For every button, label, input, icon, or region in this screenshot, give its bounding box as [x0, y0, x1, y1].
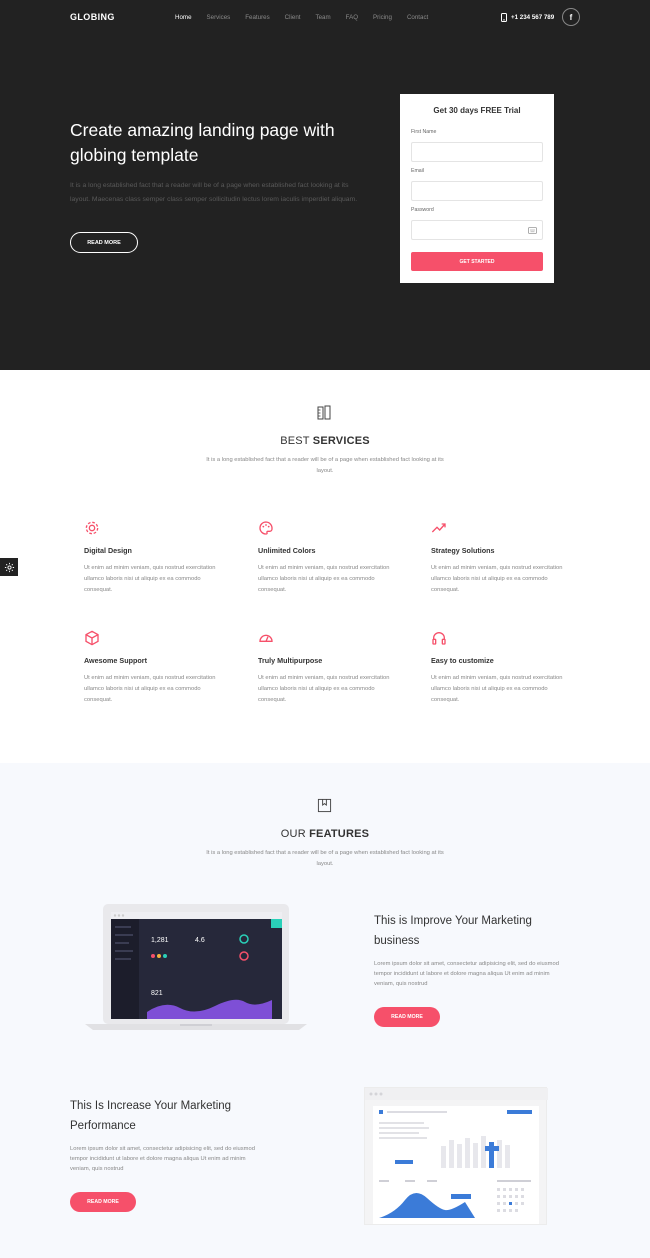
nav-pricing[interactable]: Pricing [373, 14, 392, 21]
email-label: Email [411, 168, 424, 174]
form-title: Get 30 days FREE Trial [433, 106, 521, 115]
stat-value: 4.6 [195, 937, 205, 944]
phone-contact[interactable]: +1 234 567 789 [501, 13, 554, 22]
service-text: Ut enim ad minim veniam, quis nostrud ex… [84, 675, 216, 704]
service-text: Ut enim ad minim veniam, quis nostrud ex… [84, 565, 216, 594]
hero-text: It is a long established fact that a rea… [70, 182, 358, 203]
feature-text: Lorem ipsum dolor sit amet, consectetur … [70, 1146, 255, 1172]
trend-icon [431, 520, 447, 541]
stat-value: 821 [151, 990, 163, 997]
services-description: It is a long established fact that a rea… [206, 457, 444, 474]
feature-text: Lorem ipsum dolor sit amet, consectetur … [374, 961, 559, 987]
hero-title: Create amazing landing page with globing… [70, 120, 335, 165]
keyboard-icon [528, 227, 537, 234]
password-label: Password [411, 207, 434, 213]
pencil-ruler-icon [316, 405, 332, 421]
main-nav: Home Services Features Client Team FAQ P… [175, 14, 443, 21]
nav-client[interactable]: Client [285, 14, 301, 21]
service-text: Ut enim ad minim veniam, quis nostrud ex… [431, 565, 563, 594]
box-icon [84, 630, 100, 651]
service-title: Easy to customize [431, 656, 494, 665]
service-title: Unlimited Colors [258, 546, 316, 555]
brand-logo[interactable]: GLOBING [70, 12, 115, 22]
feature-title: This is Improve Your Marketing business [374, 915, 532, 947]
service-title: Strategy Solutions [431, 546, 495, 555]
stat-value: 1,281 [151, 937, 169, 944]
settings-gear-button[interactable] [0, 558, 18, 576]
phone-number: +1 234 567 789 [511, 14, 555, 21]
bookmark-icon [317, 798, 332, 813]
services-title: BEST SERVICES [280, 435, 370, 447]
laptop-mockup-image: 1,281 4.6 821 [85, 904, 307, 1037]
service-text: Ut enim ad minim veniam, quis nostrud ex… [431, 675, 563, 704]
hero-read-more-button[interactable]: READ MORE [70, 232, 138, 253]
features-title: OUR FEATURES [280, 828, 370, 840]
feature-read-more-button[interactable]: READ MORE [374, 1007, 440, 1027]
nav-faq[interactable]: FAQ [346, 14, 358, 21]
service-title: Truly Multipurpose [258, 656, 323, 665]
trial-form: Get 30 days FREE Trial First Name Email … [400, 94, 554, 283]
password-input[interactable] [411, 220, 543, 240]
headphones-icon [431, 630, 447, 651]
gear-icon [4, 562, 14, 572]
nav-services[interactable]: Services [207, 14, 231, 21]
nav-features[interactable]: Features [245, 14, 269, 21]
service-title: Awesome Support [84, 656, 147, 665]
first-name-input[interactable] [411, 142, 543, 162]
nav-home[interactable]: Home [175, 14, 192, 21]
first-name-label: First Name [411, 129, 437, 135]
palette-icon [258, 520, 274, 541]
dashboard-mockup-image [364, 1087, 548, 1225]
service-title: Digital Design [84, 546, 132, 555]
features-description: It is a long established fact that a rea… [206, 850, 444, 867]
feature-title: This Is Increase Your Marketing Performa… [70, 1100, 232, 1132]
phone-icon [501, 13, 507, 22]
nav-team[interactable]: Team [316, 14, 331, 21]
gear-icon [84, 520, 100, 541]
service-text: Ut enim ad minim veniam, quis nostrud ex… [258, 675, 390, 704]
gauge-icon [258, 630, 274, 651]
hero-section: GLOBING Home Services Features Client Te… [0, 0, 650, 370]
feature-read-more-button[interactable]: READ MORE [70, 1192, 136, 1212]
email-input[interactable] [411, 181, 543, 201]
facebook-icon[interactable]: f [562, 8, 580, 26]
nav-contact[interactable]: Contact [407, 14, 428, 21]
get-started-button[interactable]: GET STARTED [411, 252, 543, 271]
service-text: Ut enim ad minim veniam, quis nostrud ex… [258, 565, 390, 594]
